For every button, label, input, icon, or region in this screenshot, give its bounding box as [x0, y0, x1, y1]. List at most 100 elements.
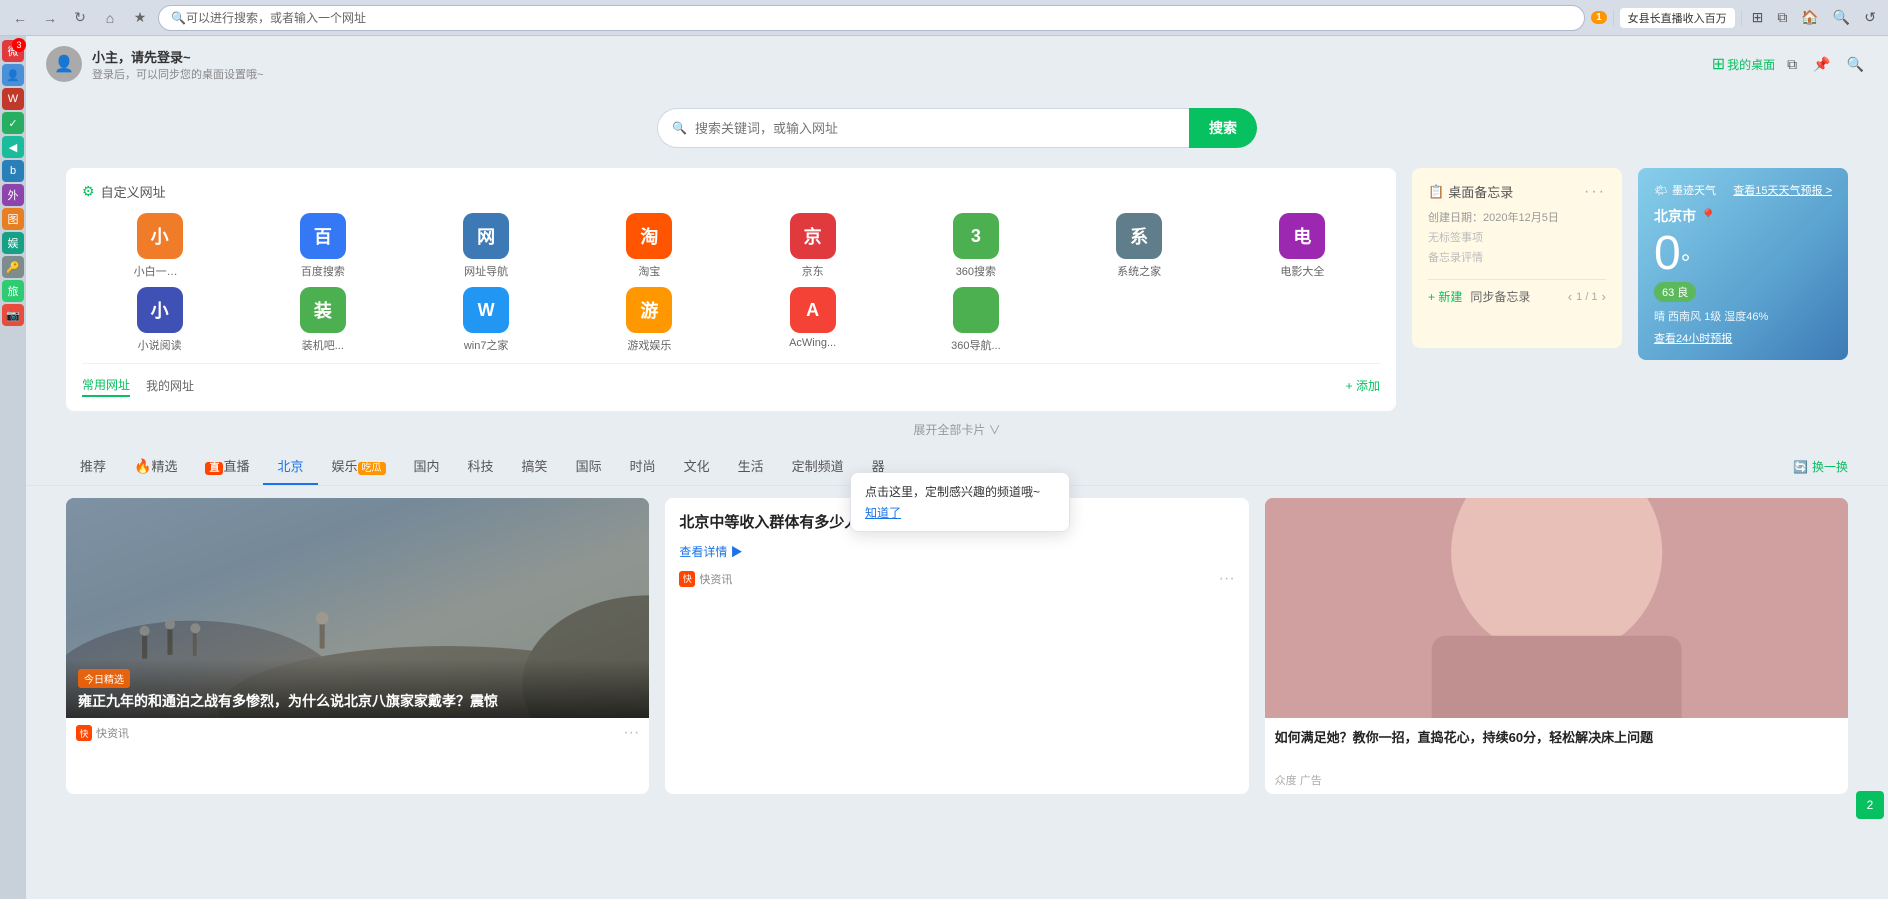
search-button[interactable]: 搜索 [1189, 108, 1257, 148]
quick-icon-item-10[interactable]: W win7之家 [409, 287, 564, 353]
news-source-name-1: 快资讯 [96, 725, 129, 741]
sidebar-app-8[interactable]: 娱 [2, 232, 24, 254]
sidebar-app-1[interactable]: 👤 [2, 64, 24, 86]
view-toggle-button[interactable]: ⧉ [1783, 54, 1801, 75]
find-button[interactable]: 🔍 [1843, 54, 1868, 75]
news-img-overlay-1: 今日精选 雍正九年的和通泊之战有多惨烈，为什么说北京八旗家家戴孝？震惊 [66, 659, 649, 718]
hot-badge: 吃瓜 [358, 462, 386, 475]
news-tab-11[interactable]: 生活 [724, 448, 778, 485]
search-input[interactable] [695, 121, 1175, 136]
quick-icon-item-7[interactable]: 电 电影大全 [1225, 213, 1380, 279]
tab-label-5: 国内 [414, 456, 440, 475]
tab-label-1: 🔥精选 [134, 456, 177, 475]
forward-button[interactable]: → [38, 6, 62, 30]
news-tab-7[interactable]: 搞笑 [508, 448, 562, 485]
news-ticker[interactable]: 女县长直播收入百万 [1620, 8, 1735, 28]
profile-name: 小主，请先登录~ [92, 47, 263, 66]
sidebar-app-4[interactable]: ◀ [2, 136, 24, 158]
news-tab-4[interactable]: 娱乐吃瓜 [318, 448, 400, 485]
news-tab-2[interactable]: 直直播 [191, 448, 263, 485]
memo-dots-button[interactable]: ··· [1584, 183, 1606, 201]
quick-icon-item-9[interactable]: 装 装机吧... [245, 287, 400, 353]
news-tab-3[interactable]: 北京 [263, 448, 317, 485]
desktop-home-button[interactable]: 🏠 [1797, 7, 1822, 28]
news-tab-6[interactable]: 科技 [454, 448, 508, 485]
news-source-row-1: 快 快资讯 ··· [66, 718, 649, 748]
quick-icon-item-1[interactable]: 百 百度搜索 [245, 213, 400, 279]
sidebar-app-6[interactable]: 外 [2, 184, 24, 206]
news-tab-10[interactable]: 文化 [670, 448, 724, 485]
quick-icon-item-13[interactable]: 360导航... [898, 287, 1053, 353]
news-tab-12[interactable]: 定制频道 [778, 448, 858, 485]
news-card-2[interactable]: 北京中等收入群体有多少人？市委改革办给出数据 查看详情 ▶ 快 快资讯 ··· [665, 498, 1248, 794]
memo-new-button[interactable]: + 新建 [1428, 288, 1462, 305]
quick-icon-item-4[interactable]: 京 京东 [735, 213, 890, 279]
quick-icon-box-5: 3 [953, 213, 999, 259]
quick-icon-item-5[interactable]: 3 360搜索 [898, 213, 1053, 279]
add-link-button[interactable]: + 添加 [1346, 377, 1380, 394]
weather-temp-row: 0 ° [1654, 230, 1832, 278]
pin-button[interactable]: 📌 [1809, 54, 1834, 75]
sidebar-badge-0: 3 [12, 38, 26, 52]
news-tab-0[interactable]: 推荐 [66, 448, 120, 485]
news-card-1[interactable]: 今日精选 雍正九年的和通泊之战有多惨烈，为什么说北京八旗家家戴孝？震惊 快 快资… [66, 498, 649, 794]
news-dots-2[interactable]: ··· [1219, 570, 1235, 588]
sidebar-app-2[interactable]: W [2, 88, 24, 110]
news-tab-1[interactable]: 🔥精选 [120, 448, 191, 485]
quick-icon-item-6[interactable]: 系 系统之家 [1062, 213, 1217, 279]
sidebar-app-3[interactable]: ✓ [2, 112, 24, 134]
search-magnifier-icon: 🔍 [672, 121, 687, 135]
window-button[interactable]: ⧉ [1773, 7, 1791, 28]
memo-sync-button[interactable]: 同步备忘录 [1470, 288, 1530, 305]
quick-icon-item-3[interactable]: 淘 淘宝 [572, 213, 727, 279]
quick-icon-label-4: 京东 [802, 263, 824, 279]
weather-brand-text: 墨迹天气 [1672, 182, 1716, 198]
quick-icon-label-9: 装机吧... [302, 337, 344, 353]
quick-icon-item-8[interactable]: 小 小说阅读 [82, 287, 237, 353]
quick-icon-item-12[interactable]: A AcWing... [735, 287, 890, 353]
sidebar-app-0[interactable]: 微3 [2, 40, 24, 62]
news-tab-9[interactable]: 时尚 [616, 448, 670, 485]
back-button[interactable]: ← [8, 6, 32, 30]
sidebar-app-9[interactable]: 🔑 [2, 256, 24, 278]
my-desktop-button[interactable]: ⊞ 我的桌面 [1712, 54, 1775, 74]
expand-cards-button[interactable]: 展开全部卡片 ∨ [913, 421, 1000, 438]
tab-my-urls[interactable]: 我的网址 [146, 375, 194, 396]
quick-icon-label-0: 小白一键... [134, 263, 186, 279]
undo-button[interactable]: ↺ [1860, 7, 1880, 28]
news-card-3[interactable]: 如何满足她？教你一招，直捣花心，持续60分，轻松解决床上问题 众度 广告 [1265, 498, 1848, 794]
tab-label-12: 定制频道 [792, 456, 844, 475]
home-button[interactable]: ⌂ [98, 6, 122, 30]
news-dots-1[interactable]: ··· [623, 724, 639, 742]
sidebar-app-10[interactable]: 旅 [2, 280, 24, 302]
memo-next-button[interactable]: › [1602, 289, 1606, 304]
weather-24h-button[interactable]: 查看24小时预报 [1654, 330, 1832, 346]
quick-icon-item-2[interactable]: 网 网址导航 [409, 213, 564, 279]
quick-icon-item-0[interactable]: 小 小白一键... [82, 213, 237, 279]
my-desktop-label: 我的桌面 [1727, 56, 1775, 73]
quick-icon-box-12: A [790, 287, 836, 333]
bookmark-button[interactable]: ★ [128, 6, 152, 30]
quick-icon-item-11[interactable]: 游 游戏娱乐 [572, 287, 727, 353]
sidebar-app-11[interactable]: 📷 [2, 304, 24, 326]
search-input-wrap[interactable]: 🔍 [657, 108, 1189, 148]
news-tab-8[interactable]: 国际 [562, 448, 616, 485]
card-header: ⚙ 自定义网址 [82, 182, 1380, 201]
refresh-button[interactable]: ↻ [68, 6, 92, 30]
sidebar-app-5[interactable]: b [2, 160, 24, 182]
avatar[interactable]: 👤 [46, 46, 82, 82]
memo-prev-button[interactable]: ‹ [1568, 289, 1572, 304]
news-view-btn-2[interactable]: 查看详情 ▶ [679, 543, 1234, 560]
tab-common-urls[interactable]: 常用网址 [82, 374, 130, 397]
address-bar[interactable]: 🔍 可以进行搜索，或者输入一个网址 [158, 5, 1585, 31]
memo-page-nav: ‹ 1 / 1 › [1568, 289, 1606, 304]
news-tab-5[interactable]: 国内 [400, 448, 454, 485]
tooltip-link[interactable]: 知道了 [865, 506, 901, 520]
weather-forecast-button[interactable]: 查看15天天气预报 > [1733, 182, 1832, 198]
layout-button[interactable]: ⊞ [1748, 7, 1768, 28]
sidebar-app-7[interactable]: 图 [2, 208, 24, 230]
float-btn-1[interactable]: 2 [1856, 791, 1884, 819]
search-top-button[interactable]: 🔍 [1829, 7, 1854, 28]
news-ad-row-3: 众度 广告 [1265, 766, 1848, 794]
news-refresh-button[interactable]: 🔄换一换 [1793, 458, 1848, 475]
